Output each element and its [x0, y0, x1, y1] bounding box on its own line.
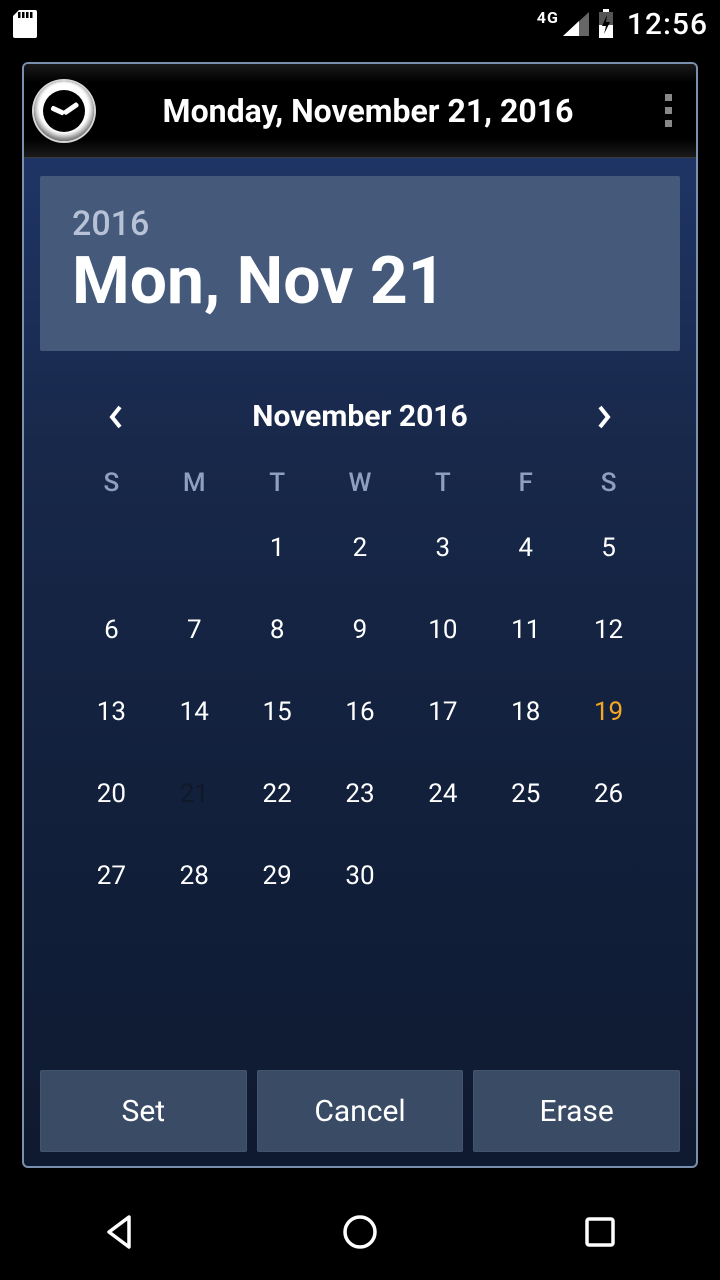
calendar-day: [153, 528, 236, 568]
overflow-menu-button[interactable]: [650, 88, 686, 133]
date-picker-dialog: Monday, November 21, 2016 2016 Mon, Nov …: [22, 62, 698, 1168]
prev-month-button[interactable]: [102, 403, 130, 431]
recents-button[interactable]: [540, 1202, 660, 1262]
calendar-day[interactable]: 16: [319, 692, 402, 732]
month-year-label: November 2016: [252, 399, 467, 434]
selected-year[interactable]: 2016: [72, 204, 648, 244]
sdcard-icon: [12, 9, 38, 39]
status-clock: 12:56: [627, 7, 708, 42]
calendar-day[interactable]: 18: [484, 692, 567, 732]
calendar-day[interactable]: 11: [484, 610, 567, 650]
calendar-week: 12345: [70, 528, 650, 568]
calendar-day[interactable]: 30: [319, 856, 402, 896]
calendar-week: 13141516171819: [70, 692, 650, 732]
calendar-day[interactable]: 3: [401, 528, 484, 568]
calendar-day[interactable]: 21: [153, 774, 236, 814]
dow-label: S: [70, 468, 153, 498]
dow-label: T: [401, 468, 484, 498]
dialog-titlebar: Monday, November 21, 2016: [24, 64, 696, 158]
calendar-day[interactable]: 13: [70, 692, 153, 732]
calendar-day[interactable]: 2: [319, 528, 402, 568]
calendar-day[interactable]: 1: [236, 528, 319, 568]
calendar-day[interactable]: 23: [319, 774, 402, 814]
calendar-day[interactable]: 12: [567, 610, 650, 650]
dow-label: F: [484, 468, 567, 498]
calendar-day[interactable]: 9: [319, 610, 402, 650]
calendar-day[interactable]: 17: [401, 692, 484, 732]
calendar-day: [567, 856, 650, 896]
calendar-day: [484, 856, 567, 896]
home-button[interactable]: [300, 1202, 420, 1262]
calendar-day[interactable]: 22: [236, 774, 319, 814]
calendar-day[interactable]: 7: [153, 610, 236, 650]
next-month-button[interactable]: [590, 403, 618, 431]
calendar-day[interactable]: 19: [567, 692, 650, 732]
calendar-day[interactable]: 14: [153, 692, 236, 732]
calendar-week: 20212223242526: [70, 774, 650, 814]
dow-label: W: [319, 468, 402, 498]
calendar-day: [70, 528, 153, 568]
calendar-day[interactable]: 25: [484, 774, 567, 814]
calendar-day[interactable]: 28: [153, 856, 236, 896]
set-button[interactable]: Set: [40, 1070, 247, 1152]
calendar-day[interactable]: 10: [401, 610, 484, 650]
day-of-week-header: S M T W T F S: [70, 468, 650, 498]
signal-icon: [561, 10, 591, 38]
selected-date-header[interactable]: 2016 Mon, Nov 21: [40, 176, 680, 351]
battery-icon: [597, 9, 615, 39]
network-type-label: 4G: [537, 8, 559, 27]
calendar-day[interactable]: 24: [401, 774, 484, 814]
selected-day: Mon, Nov 21: [72, 246, 648, 317]
calendar-day[interactable]: 15: [236, 692, 319, 732]
back-button[interactable]: [60, 1202, 180, 1262]
clock-icon: [34, 81, 94, 141]
calendar-day[interactable]: 26: [567, 774, 650, 814]
calendar-day[interactable]: 4: [484, 528, 567, 568]
calendar-week: 27282930: [70, 856, 650, 896]
calendar-day[interactable]: 6: [70, 610, 153, 650]
dow-label: S: [567, 468, 650, 498]
dialog-title: Monday, November 21, 2016: [94, 92, 650, 130]
dow-label: T: [236, 468, 319, 498]
calendar-day[interactable]: 20: [70, 774, 153, 814]
calendar-day[interactable]: 29: [236, 856, 319, 896]
status-bar: 4G 12:56: [0, 0, 720, 48]
calendar-week: 6789101112: [70, 610, 650, 650]
calendar-day[interactable]: 5: [567, 528, 650, 568]
android-nav-bar: [0, 1184, 720, 1280]
cancel-button[interactable]: Cancel: [257, 1070, 464, 1152]
calendar-day[interactable]: 27: [70, 856, 153, 896]
calendar-day[interactable]: 8: [236, 610, 319, 650]
erase-button[interactable]: Erase: [473, 1070, 680, 1152]
calendar-day: [401, 856, 484, 896]
dow-label: M: [153, 468, 236, 498]
